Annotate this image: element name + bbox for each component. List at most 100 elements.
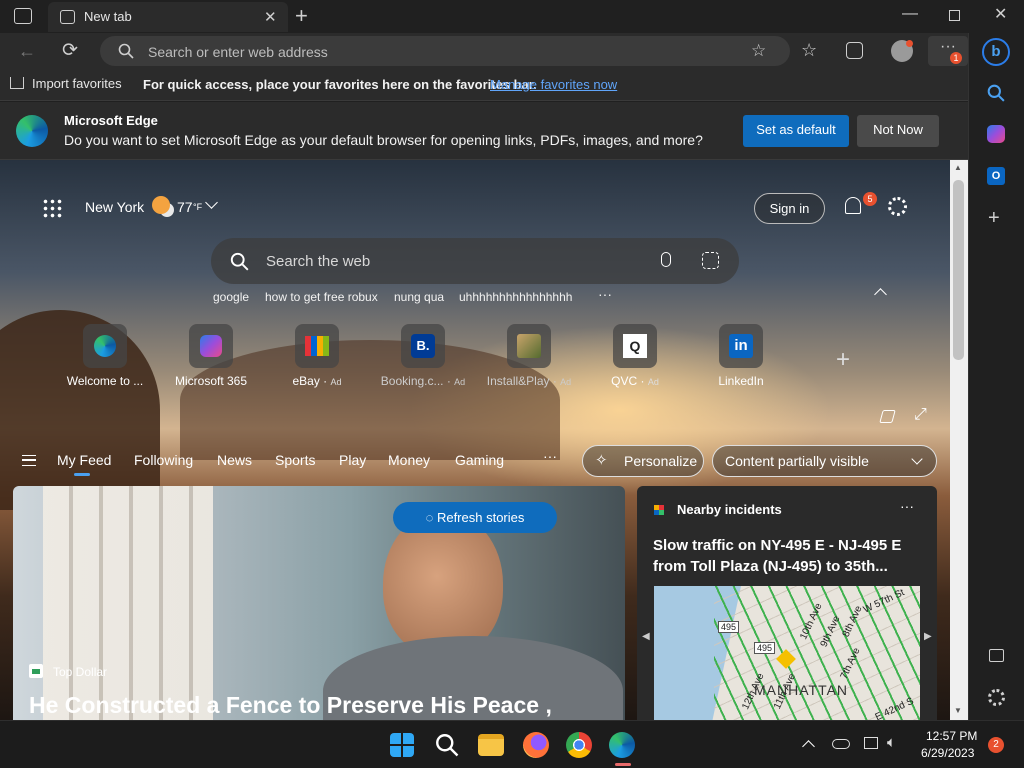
collapse-chevron-icon[interactable] bbox=[874, 288, 887, 301]
clock-time[interactable]: 12:57 PM bbox=[926, 729, 977, 743]
quick-link-name: eBay bbox=[292, 374, 320, 388]
quick-link-label: Install&Play · Ad bbox=[486, 374, 572, 388]
search-icon[interactable] bbox=[987, 84, 1005, 102]
quick-link-microsoft-365[interactable] bbox=[189, 324, 233, 368]
quick-link-qvc[interactable]: Q bbox=[613, 324, 657, 368]
hero-story-card[interactable]: ◌ Refresh stories Top Dollar He Construc… bbox=[13, 486, 625, 720]
tab-my-feed[interactable]: My Feed bbox=[57, 452, 111, 468]
volume-icon[interactable]: 🔈︎ bbox=[887, 734, 896, 751]
close-window-button[interactable]: ✕ bbox=[994, 7, 1007, 23]
profile-avatar[interactable] bbox=[891, 40, 913, 62]
tab-gaming[interactable]: Gaming bbox=[455, 452, 504, 468]
set-as-default-button[interactable]: Set as default bbox=[743, 115, 849, 147]
add-sidebar-app-icon[interactable]: + bbox=[988, 207, 1000, 230]
favorites-bar: Import favorites For quick access, place… bbox=[0, 69, 968, 101]
quick-link-linkedin[interactable]: in bbox=[719, 324, 763, 368]
firefox-icon[interactable] bbox=[523, 732, 549, 758]
address-bar[interactable]: Search or enter web address ☆ bbox=[100, 36, 790, 66]
refresh-stories-label: Refresh stories bbox=[436, 510, 525, 525]
tab-news[interactable]: News bbox=[217, 452, 252, 468]
tab-money[interactable]: Money bbox=[388, 452, 430, 468]
import-favorites-button[interactable]: Import favorites bbox=[10, 76, 122, 91]
add-quick-link-button[interactable]: + bbox=[836, 346, 850, 374]
tab-actions-icon[interactable] bbox=[14, 8, 32, 24]
not-now-button[interactable]: Not Now bbox=[857, 115, 939, 147]
tab-following[interactable]: Following bbox=[134, 452, 193, 468]
edit-background-icon[interactable] bbox=[879, 410, 896, 423]
hero-source[interactable]: Top Dollar bbox=[53, 665, 107, 679]
chevron-down-icon[interactable] bbox=[205, 196, 218, 209]
chrome-icon[interactable] bbox=[566, 732, 592, 758]
close-tab-icon[interactable]: ✕ bbox=[264, 10, 277, 25]
back-button[interactable]: ← bbox=[18, 42, 36, 60]
network-icon[interactable] bbox=[864, 737, 878, 749]
sidebar-settings-gear-icon[interactable] bbox=[988, 689, 1005, 706]
quick-link-welcome[interactable] bbox=[83, 324, 127, 368]
refresh-button[interactable]: ⟳ bbox=[62, 41, 78, 60]
refresh-stories-button[interactable]: ◌ Refresh stories bbox=[393, 502, 557, 533]
edge-taskbar-icon[interactable] bbox=[609, 732, 635, 758]
card-headline[interactable]: Slow traffic on NY-495 E - NJ-495 E from… bbox=[653, 535, 923, 577]
add-favorite-icon[interactable]: ☆ bbox=[751, 42, 766, 59]
restore-button[interactable] bbox=[949, 10, 960, 21]
new-tab-button[interactable]: + bbox=[295, 5, 308, 27]
quick-link-booking[interactable]: B. bbox=[401, 324, 445, 368]
clock-date[interactable]: 6/29/2023 bbox=[921, 746, 974, 760]
quick-link-ebay[interactable] bbox=[295, 324, 339, 368]
weather-location[interactable]: New York bbox=[85, 199, 144, 215]
scroll-down-arrow-icon[interactable]: ▼ bbox=[954, 706, 962, 715]
tab-play[interactable]: Play bbox=[339, 452, 366, 468]
ad-tag: Ad bbox=[560, 377, 572, 387]
file-explorer-icon[interactable] bbox=[478, 734, 504, 756]
page-settings-gear-icon[interactable] bbox=[888, 197, 907, 216]
notifications-bell-icon[interactable] bbox=[845, 197, 861, 214]
trending-search[interactable]: nung qua bbox=[394, 290, 444, 304]
taskbar-search-icon[interactable] bbox=[435, 733, 459, 757]
trending-search[interactable]: uhhhhhhhhhhhhhhhh bbox=[459, 290, 572, 304]
nearby-incidents-card[interactable]: Nearby incidents ··· Slow traffic on NY-… bbox=[637, 486, 937, 720]
manage-favorites-link[interactable]: Manage favorites now bbox=[490, 77, 617, 92]
trending-search[interactable]: how to get free robux bbox=[265, 290, 378, 304]
favorites-icon[interactable]: ☆ bbox=[801, 41, 817, 59]
quick-link-install-play[interactable] bbox=[507, 324, 551, 368]
microsoft-365-icon[interactable] bbox=[987, 125, 1005, 143]
content-visibility-dropdown[interactable]: Content partially visible bbox=[712, 445, 937, 477]
web-search-box[interactable]: Search the web bbox=[211, 238, 739, 284]
refresh-icon: ◌ bbox=[425, 510, 437, 525]
feed-menu-icon[interactable] bbox=[22, 455, 36, 466]
show-hidden-icons-chevron[interactable] bbox=[802, 740, 815, 753]
card-more-icon[interactable]: ··· bbox=[900, 498, 914, 514]
quick-link-name: Booking.c... bbox=[380, 374, 444, 388]
tab-sports[interactable]: Sports bbox=[275, 452, 315, 468]
scroll-thumb[interactable] bbox=[953, 180, 964, 360]
settings-more-button[interactable]: ··· 1 bbox=[928, 36, 968, 66]
more-tabs-icon[interactable]: ··· bbox=[543, 448, 557, 464]
minimize-button[interactable]: — bbox=[902, 6, 918, 22]
windows-start-icon[interactable] bbox=[390, 733, 414, 757]
tab-new-tab[interactable]: New tab ✕ bbox=[48, 2, 288, 32]
scroll-up-arrow-icon[interactable]: ▲ bbox=[954, 163, 962, 172]
carousel-prev-icon[interactable]: ◀ bbox=[642, 631, 650, 642]
microphone-icon[interactable] bbox=[661, 252, 671, 267]
weather-temperature[interactable]: 77 bbox=[177, 199, 193, 215]
trending-search[interactable]: google bbox=[213, 290, 249, 304]
onedrive-cloud-icon[interactable] bbox=[832, 739, 850, 749]
collections-icon[interactable] bbox=[846, 42, 863, 59]
page-scrollbar[interactable]: ▲ ▼ bbox=[950, 160, 968, 720]
bing-chat-icon[interactable]: b bbox=[982, 38, 1010, 66]
notification-center-badge[interactable]: 2 bbox=[988, 737, 1004, 753]
title-bar: New tab ✕ + — ✕ bbox=[0, 0, 1024, 33]
hide-sidebar-icon[interactable] bbox=[989, 649, 1004, 662]
traffic-map[interactable]: 495 495 9th Ave 10th Ave 8th Ave W 57th … bbox=[654, 586, 920, 720]
expand-icon[interactable]: ⤢ bbox=[914, 406, 927, 424]
fence-image bbox=[43, 486, 213, 720]
outlook-icon[interactable]: O bbox=[987, 167, 1005, 185]
hero-headline[interactable]: He Constructed a Fence to Preserve His P… bbox=[29, 692, 552, 719]
microsoft-365-icon bbox=[200, 335, 222, 357]
personalize-button[interactable]: ✧ Personalize bbox=[582, 445, 704, 477]
more-trending-icon[interactable]: ··· bbox=[598, 286, 612, 302]
visual-search-icon[interactable] bbox=[702, 252, 719, 269]
sign-in-button[interactable]: Sign in bbox=[754, 193, 825, 224]
carousel-next-icon[interactable]: ▶ bbox=[924, 631, 932, 642]
apps-launcher-icon[interactable] bbox=[42, 198, 62, 218]
